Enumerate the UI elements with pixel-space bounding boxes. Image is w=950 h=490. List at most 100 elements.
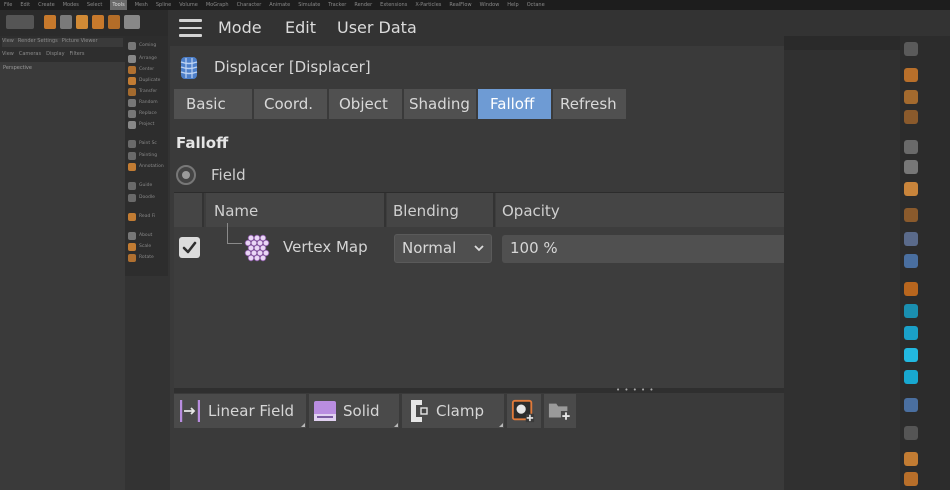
menubar-item[interactable]: X-Particles — [415, 0, 441, 10]
palette-icon[interactable] — [128, 182, 136, 190]
light-icon[interactable] — [904, 232, 918, 246]
move-icon[interactable] — [60, 15, 72, 29]
viewport[interactable]: Perspective — [0, 62, 125, 490]
enable-checkbox[interactable] — [179, 237, 200, 258]
palette-icon[interactable] — [128, 163, 136, 171]
field-icon[interactable] — [904, 370, 918, 384]
palette-icon[interactable] — [128, 66, 136, 74]
column-header-opacity[interactable]: Opacity — [496, 193, 784, 227]
layer-name[interactable]: Vertex Map — [283, 238, 368, 256]
material-icon[interactable] — [904, 254, 918, 268]
menubar-item[interactable]: Modes — [63, 0, 79, 10]
linear-field-button[interactable]: Linear Field — [174, 394, 306, 428]
tab-coord[interactable]: Coord. — [254, 89, 327, 119]
menubar-item[interactable]: Volume — [179, 0, 198, 10]
menu-user-data[interactable]: User Data — [337, 18, 417, 38]
menubar-item[interactable]: MoGraph — [206, 0, 229, 10]
scale-icon[interactable] — [76, 15, 88, 29]
viewport-tab[interactable]: View — [2, 38, 14, 47]
viewport-menu-item[interactable]: Cameras — [19, 51, 41, 57]
palette-icon[interactable] — [128, 140, 136, 148]
deformer-icon[interactable] — [904, 160, 918, 174]
blending-dropdown[interactable]: Normal — [394, 234, 492, 263]
hamburger-icon[interactable] — [179, 19, 202, 37]
table-row[interactable]: Vertex Map Normal 100 % — [174, 223, 784, 267]
palette-icon[interactable] — [128, 152, 136, 160]
viewport-menu-item[interactable]: View — [2, 51, 14, 57]
mograph-icon[interactable] — [904, 326, 918, 340]
viewport-menu-item[interactable]: Display — [46, 51, 64, 57]
sculpt-icon[interactable] — [904, 304, 918, 318]
field-list[interactable]: Name Blending Opacity Vertex Map Normal … — [174, 192, 784, 389]
spline-icon[interactable] — [904, 90, 918, 104]
palette-icon[interactable] — [128, 42, 136, 50]
opacity-field[interactable]: 100 % — [502, 235, 784, 263]
sky-icon[interactable] — [904, 472, 918, 486]
menubar-item[interactable]: Extensions — [380, 0, 407, 10]
menubar-item[interactable]: Render — [354, 0, 372, 10]
menubar-item[interactable]: Mesh — [135, 0, 148, 10]
axis-icon[interactable] — [108, 15, 120, 29]
undo-icon[interactable] — [6, 15, 34, 29]
menubar-item[interactable]: Spline — [156, 0, 171, 10]
field-radio-icon[interactable] — [176, 165, 196, 185]
palette-icon[interactable] — [128, 110, 136, 118]
add-layer-button[interactable] — [507, 394, 541, 428]
tab-object[interactable]: Object — [329, 89, 402, 119]
palette-icon[interactable] — [128, 121, 136, 129]
palette-icon[interactable] — [128, 77, 136, 85]
clamp-button[interactable]: Clamp — [402, 394, 504, 428]
nurbs-icon[interactable] — [904, 110, 918, 124]
palette-icon[interactable] — [128, 254, 136, 262]
camera-icon[interactable] — [904, 208, 918, 222]
solid-layer-button[interactable]: Solid — [309, 394, 399, 428]
palette-icon[interactable] — [128, 88, 136, 96]
xpresso-icon[interactable] — [904, 452, 918, 466]
tag-icon[interactable] — [904, 282, 918, 296]
viewport-tab[interactable]: Picture Viewer — [62, 38, 98, 47]
viewport-menu-item[interactable]: Filters — [70, 51, 85, 57]
menubar-item[interactable]: Help — [507, 0, 518, 10]
palette-icon[interactable] — [128, 232, 136, 240]
tab-refresh[interactable]: Refresh — [553, 89, 626, 119]
effector-icon[interactable] — [904, 348, 918, 362]
palette-icon[interactable] — [128, 213, 136, 221]
tab-basic[interactable]: Basic — [174, 89, 252, 119]
tab-shading[interactable]: Shading — [404, 89, 476, 119]
tab-falloff[interactable]: Falloff — [478, 89, 551, 119]
menubar-item[interactable]: Tracker — [328, 0, 346, 10]
palette-icon[interactable] — [128, 99, 136, 107]
add-folder-button[interactable] — [544, 394, 576, 428]
menubar-item[interactable]: File — [4, 0, 12, 10]
menubar-item[interactable]: Character — [237, 0, 262, 10]
column-header-name[interactable]: Name — [206, 193, 386, 227]
palette-icon[interactable] — [128, 55, 136, 63]
menubar-item[interactable]: Animate — [269, 0, 290, 10]
palette-icon[interactable] — [128, 243, 136, 251]
scene-icon[interactable] — [904, 182, 918, 196]
menubar-item[interactable]: Window — [480, 0, 500, 10]
menu-mode[interactable]: Mode — [218, 18, 262, 38]
section-title: Falloff — [176, 134, 229, 152]
list-resize-handle[interactable]: • • • • • — [174, 386, 784, 394]
column-header-enabled — [174, 193, 204, 227]
rotate-icon[interactable] — [92, 15, 104, 29]
render-settings-icon[interactable] — [904, 426, 918, 440]
layout-icon[interactable] — [904, 42, 918, 56]
menubar-item[interactable]: Select — [87, 0, 102, 10]
column-header-blending[interactable]: Blending — [387, 193, 495, 227]
menu-edit[interactable]: Edit — [285, 18, 316, 38]
menubar-item[interactable]: Create — [38, 0, 55, 10]
menubar-item[interactable]: Tools — [110, 0, 127, 10]
menubar-item[interactable]: Simulate — [298, 0, 320, 10]
menubar-item[interactable]: RealFlow — [449, 0, 471, 10]
cube-icon[interactable] — [904, 68, 918, 82]
palette-icon[interactable] — [128, 194, 136, 202]
render-icon[interactable] — [124, 15, 140, 29]
hair-icon[interactable] — [904, 398, 918, 412]
menubar-item[interactable]: Octane — [527, 0, 545, 10]
viewport-tab[interactable]: Render Settings — [18, 38, 58, 47]
array-icon[interactable] — [904, 140, 918, 154]
menubar-item[interactable]: Edit — [20, 0, 30, 10]
live-select-icon[interactable] — [44, 15, 56, 29]
